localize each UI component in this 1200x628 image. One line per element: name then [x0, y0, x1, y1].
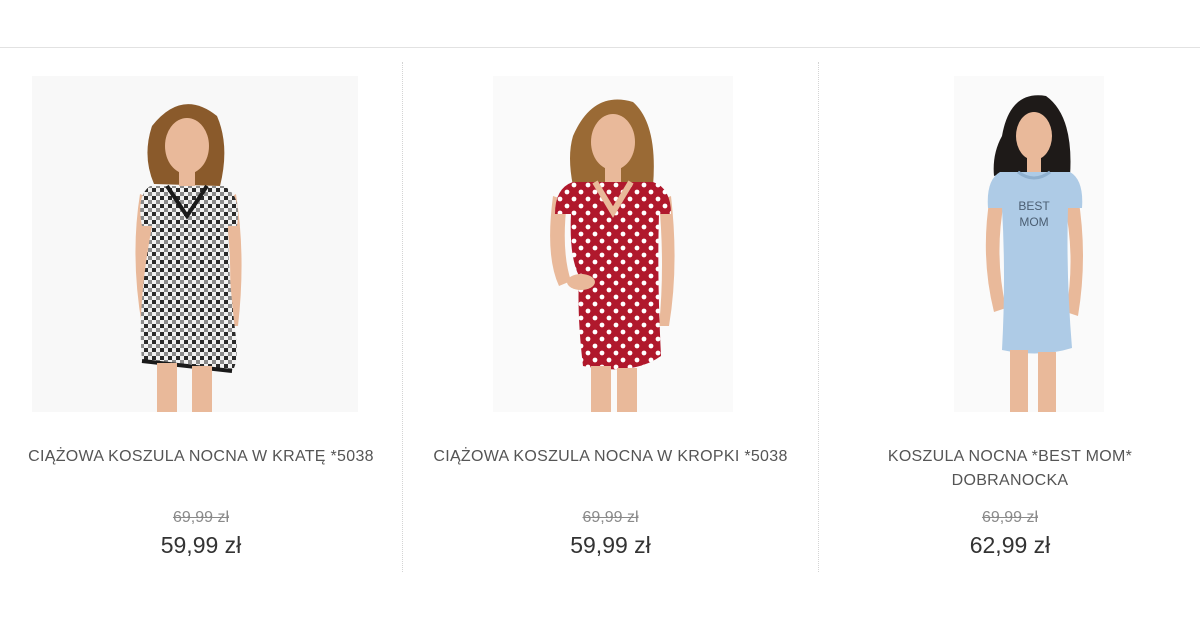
model-in-checked-nightdress-icon	[135, 104, 242, 412]
old-price: 69,99 zł	[172, 509, 230, 526]
product-title[interactable]: KOSZULA NOCNA *BEST MOM* DOBRANOCKA	[819, 445, 1200, 493]
product-card[interactable]: CIĄŻOWA KOSZULA NOCNA W KROPKI *5038 69,…	[402, 62, 818, 572]
product-image[interactable]: BEST MOM	[954, 76, 1104, 412]
product-title[interactable]: CIĄŻOWA KOSZULA NOCNA W KROPKI *5038	[403, 445, 818, 469]
product-image[interactable]	[32, 76, 358, 412]
old-price: 69,99 zł	[582, 509, 639, 526]
product-card[interactable]: BEST MOM KOSZULA NOCNA *BEST MOM* DOBRAN…	[818, 62, 1200, 572]
best-print-text: BEST	[1018, 199, 1050, 213]
product-grid: CIĄŻOWA KOSZULA NOCNA W KRATĘ *5038 69,9…	[0, 62, 1200, 572]
product-card[interactable]: CIĄŻOWA KOSZULA NOCNA W KRATĘ *5038 69,9…	[0, 62, 402, 572]
old-price: 69,99 zł	[981, 509, 1039, 526]
price: 59,99 zł	[160, 532, 242, 558]
mom-print-text: MOM	[1019, 215, 1048, 229]
product-title[interactable]: CIĄŻOWA KOSZULA NOCNA W KRATĘ *5038	[0, 445, 402, 469]
header-divider	[0, 47, 1200, 48]
product-image[interactable]	[493, 76, 733, 412]
model-in-blue-best-mom-nightdress-icon: BEST MOM	[985, 95, 1083, 412]
model-in-red-polka-dot-nightdress-icon	[550, 99, 675, 412]
price: 59,99 zł	[570, 532, 651, 558]
price: 62,99 zł	[969, 532, 1051, 558]
